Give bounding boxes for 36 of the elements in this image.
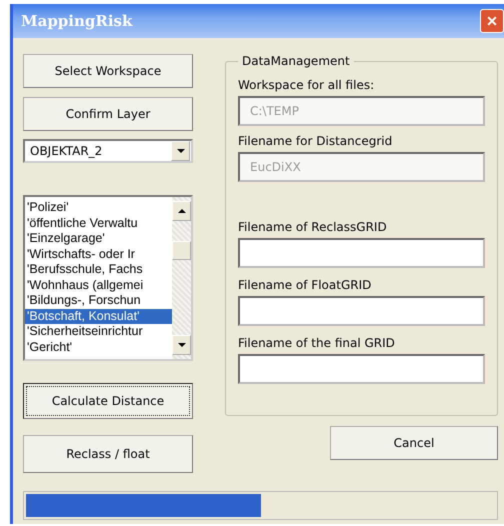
field-label: Filename of the final GRID <box>238 336 396 350</box>
layer-dropdown[interactable]: OBJEKTAR_2 <box>23 139 193 163</box>
push-button[interactable]: Confirm Layer <box>23 97 193 131</box>
list-item[interactable]: 'Wirtschafts- oder Ir <box>25 246 172 262</box>
list-item[interactable]: 'Einzelgarage' <box>25 231 172 246</box>
up-arrow-icon <box>178 209 186 213</box>
close-button[interactable]: × <box>480 9 504 33</box>
list-item[interactable]: 'Bildungs-, Forschun <box>25 293 172 308</box>
text-field[interactable] <box>238 238 485 268</box>
dropdown-value: OBJEKTAR_2 <box>29 144 102 158</box>
list-item[interactable]: 'öffentliche Verwaltu <box>25 216 172 231</box>
list-item[interactable]: 'Sicherheitseinrichtur <box>25 324 172 340</box>
down-arrow-icon <box>178 343 186 347</box>
window-title: MappingRisk <box>21 12 132 30</box>
cancel-button[interactable]: Cancel <box>330 426 498 460</box>
text-field[interactable] <box>238 296 485 326</box>
list-item[interactable]: 'Polizei' <box>25 200 172 216</box>
push-button[interactable]: Calculate Distance <box>23 383 193 419</box>
group-title: DataManagement <box>241 54 351 68</box>
list-item[interactable]: 'Berufsschule, Fachs <box>25 262 172 278</box>
scrollbar[interactable] <box>172 197 191 359</box>
scroll-thumb[interactable] <box>172 241 191 260</box>
list-item[interactable]: 'Wohnhaus (allgemei <box>25 278 172 293</box>
list-item[interactable]: 'Botschaft, Konsulat' <box>25 308 172 324</box>
field-label: Filename for Distancegrid <box>238 134 394 148</box>
push-button[interactable]: Select Workspace <box>23 54 193 88</box>
field-label: Workspace for all files: <box>238 78 376 92</box>
list-item[interactable]: 'Gericht' <box>25 340 172 355</box>
field-label: Filename of FloatGRID <box>238 278 372 292</box>
push-button[interactable]: Reclass / float <box>23 435 193 473</box>
down-arrow-icon <box>176 149 184 153</box>
field-label: Filename of ReclassGRID <box>238 220 388 234</box>
scroll-up-button[interactable] <box>172 201 191 221</box>
dropdown-button[interactable] <box>171 141 190 161</box>
scroll-down-button[interactable] <box>172 335 191 355</box>
text-field[interactable] <box>238 354 485 384</box>
